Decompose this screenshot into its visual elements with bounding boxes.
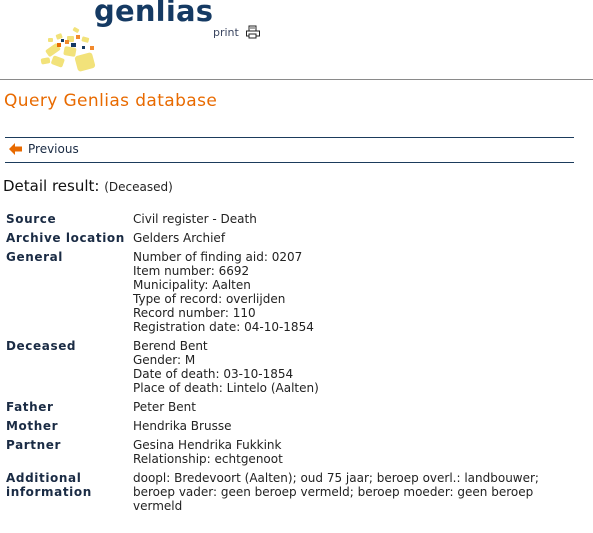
label-archive-location: Archive location — [6, 231, 125, 245]
value-finding-aid: Number of finding aid: 0207 — [133, 250, 303, 264]
label-source: Source — [6, 212, 57, 226]
print-link[interactable]: print — [213, 25, 261, 39]
detail-title: Detail result: — [3, 177, 100, 195]
value-record-type: Type of record: overlijden — [133, 292, 286, 306]
value-registration-date: Registration date: 04-10-1854 — [133, 320, 314, 334]
sun-logo-icon — [40, 27, 96, 72]
label-additional-line1: Additional — [6, 471, 82, 485]
print-label: print — [213, 25, 239, 39]
site-header: genlias print — [0, 0, 593, 79]
row-mother: Mother Hendrika Brusse — [4, 419, 578, 438]
printer-icon — [245, 25, 260, 39]
value-relationship: Relationship: echtgenoot — [133, 452, 283, 466]
label-deceased: Deceased — [6, 339, 77, 353]
arrow-left-icon — [9, 143, 22, 155]
nav-bar: Previous — [5, 137, 574, 163]
value-municipality: Municipality: Aalten — [133, 278, 251, 292]
value-place-of-death: Place of death: Lintelo (Aalten) — [133, 381, 319, 395]
value-partner-name: Gesina Hendrika Fukkink — [133, 438, 282, 452]
row-father: Father Peter Bent — [4, 400, 578, 419]
header-divider — [0, 79, 593, 80]
previous-label: Previous — [28, 142, 79, 156]
label-mother: Mother — [6, 419, 59, 433]
value-gender: Gender: M — [133, 353, 196, 367]
label-additional-information: Additional information — [4, 471, 133, 518]
label-father: Father — [6, 400, 54, 414]
value-item-number: Item number: 6692 — [133, 264, 250, 278]
row-general: General Number of finding aid: 0207 Item… — [4, 250, 578, 339]
label-general: General — [6, 250, 63, 264]
row-additional-information: Additional information doopl: Bredevoort… — [4, 471, 578, 518]
row-archive-location: Archive location Gelders Archief — [4, 231, 578, 250]
page-title: Query Genlias database — [4, 91, 218, 111]
value-mother: Hendrika Brusse — [133, 419, 232, 433]
previous-link[interactable]: Previous — [9, 142, 79, 156]
row-partner: Partner Gesina Hendrika Fukkink Relation… — [4, 438, 578, 471]
genlias-logo[interactable]: genlias — [24, 0, 213, 75]
value-source: Civil register - Death — [133, 212, 257, 226]
detail-table: Source Civil register - Death Archive lo… — [4, 212, 578, 518]
value-date-of-death: Date of death: 03-10-1854 — [133, 367, 294, 381]
value-father: Peter Bent — [133, 400, 196, 414]
row-deceased: Deceased Berend Bent Gender: M Date of d… — [4, 339, 578, 400]
logo-wordmark: genlias — [94, 0, 214, 28]
detail-subtitle: (Deceased) — [104, 180, 173, 194]
value-archive-location: Gelders Archief — [133, 231, 226, 245]
value-deceased-name: Berend Bent — [133, 339, 208, 353]
value-additional-information: doopl: Bredevoort (Aalten); oud 75 jaar;… — [133, 471, 539, 513]
value-record-number: Record number: 110 — [133, 306, 256, 320]
label-partner: Partner — [6, 438, 62, 452]
detail-heading: Detail result: (Deceased) — [3, 177, 173, 195]
row-source: Source Civil register - Death — [4, 212, 578, 231]
label-additional-line2: information — [6, 485, 92, 499]
